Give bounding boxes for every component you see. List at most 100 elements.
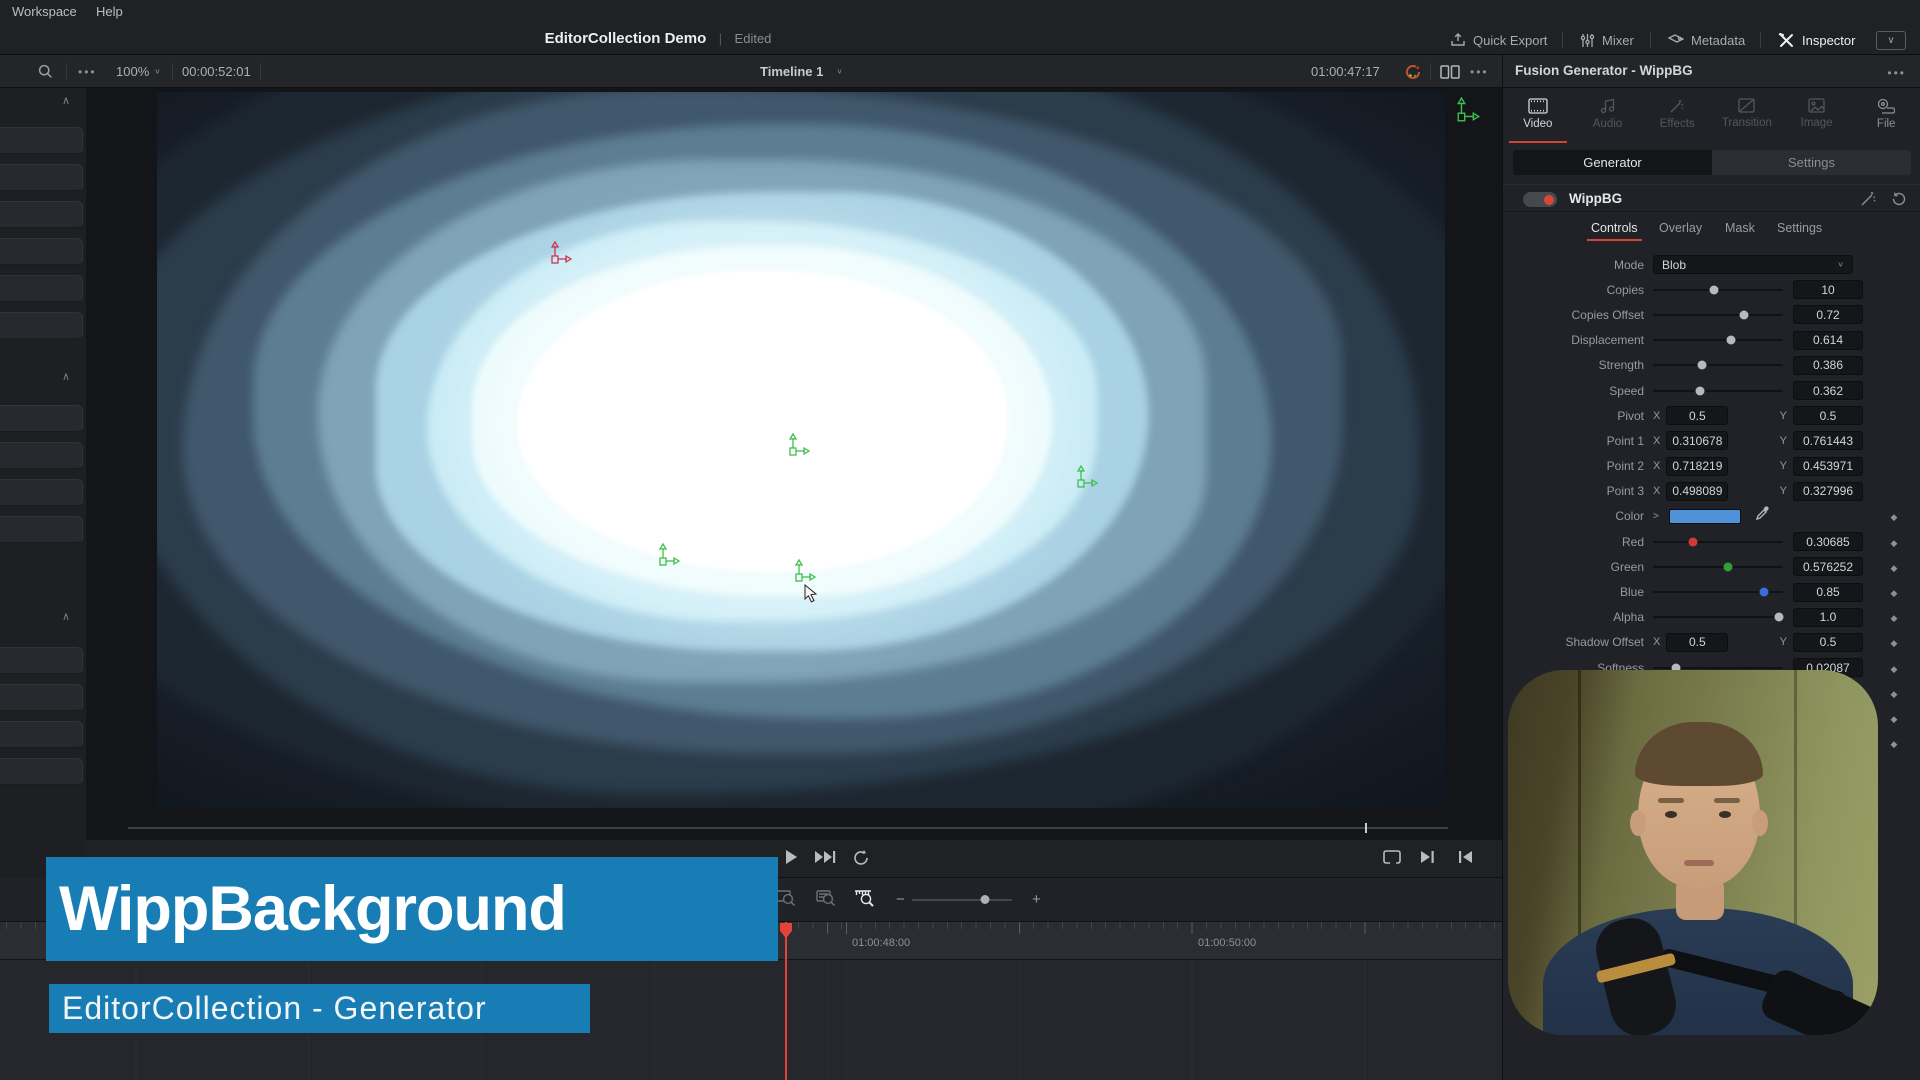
- list-item[interactable]: [0, 647, 83, 674]
- keyframe-tools-button[interactable]: [1860, 191, 1877, 212]
- point1-x-value[interactable]: 0.310678: [1666, 431, 1729, 451]
- search-button[interactable]: [38, 55, 53, 88]
- green-value[interactable]: 0.576252: [1793, 557, 1863, 577]
- speed-slider[interactable]: [1653, 378, 1783, 403]
- zoom-detail-button[interactable]: [816, 889, 836, 912]
- segment-generator[interactable]: Generator: [1513, 150, 1712, 175]
- playhead-handle[interactable]: [779, 922, 793, 947]
- list-item[interactable]: [0, 164, 83, 191]
- zoom-in-button[interactable]: +: [1032, 891, 1041, 908]
- point1-y-value[interactable]: 0.761443: [1793, 431, 1863, 451]
- blue-slider[interactable]: [1653, 579, 1783, 604]
- color-swatch[interactable]: [1668, 508, 1741, 524]
- speed-value[interactable]: 0.362: [1793, 381, 1863, 401]
- tab-settings2[interactable]: Settings: [1777, 221, 1822, 235]
- tab-controls[interactable]: Controls: [1587, 221, 1642, 241]
- tab-mask[interactable]: Mask: [1725, 221, 1755, 235]
- point-control-point[interactable]: [657, 542, 681, 566]
- dual-viewer-button[interactable]: [1440, 55, 1460, 88]
- list-item[interactable]: [0, 479, 83, 506]
- chevron-up-icon[interactable]: ∧: [62, 94, 70, 107]
- list-item[interactable]: [0, 684, 83, 711]
- keyframe-diamond[interactable]: ◆: [1891, 638, 1898, 648]
- seek-playhead[interactable]: [1365, 823, 1367, 833]
- bypass-grade-button[interactable]: [1404, 55, 1422, 88]
- loop-button[interactable]: [852, 849, 870, 871]
- alpha-value[interactable]: 1.0: [1793, 607, 1863, 627]
- expand-icon[interactable]: >: [1653, 511, 1659, 522]
- list-item[interactable]: [0, 201, 83, 228]
- segment-settings[interactable]: Settings: [1712, 150, 1911, 175]
- point3-y-value[interactable]: 0.327996: [1793, 481, 1863, 501]
- viewer-seek-bar[interactable]: [128, 823, 1448, 833]
- strength-slider[interactable]: [1653, 353, 1783, 378]
- keyframe-diamond[interactable]: ◆: [1891, 689, 1898, 699]
- inspector-button[interactable]: Inspector: [1778, 28, 1855, 52]
- reset-button[interactable]: [1891, 191, 1907, 212]
- copies-offset-slider[interactable]: [1653, 302, 1783, 327]
- list-item[interactable]: [0, 758, 83, 785]
- green-slider[interactable]: [1653, 554, 1783, 579]
- tab-effects[interactable]: Effects: [1642, 92, 1712, 142]
- tab-file[interactable]: File: [1851, 92, 1920, 142]
- pivot-x-value[interactable]: 0.5: [1666, 406, 1729, 426]
- keyframe-diamond[interactable]: ◆: [1891, 512, 1898, 522]
- point2-y-value[interactable]: 0.453971: [1793, 456, 1863, 476]
- point3-x-value[interactable]: 0.498089: [1666, 481, 1729, 501]
- zoom-slider-thumb[interactable]: [980, 895, 990, 904]
- point2-x-value[interactable]: 0.718219: [1666, 456, 1729, 476]
- tab-video[interactable]: Video: [1503, 92, 1573, 142]
- shadow-offset-y-value[interactable]: 0.5: [1793, 632, 1863, 652]
- shadow-offset-x-value[interactable]: 0.5: [1666, 632, 1729, 652]
- alpha-slider[interactable]: [1653, 605, 1784, 630]
- node-enable-toggle[interactable]: [1523, 192, 1557, 207]
- point-control-point[interactable]: [1075, 464, 1099, 488]
- keyframe-diamond[interactable]: ◆: [1891, 563, 1898, 573]
- eyedropper-icon[interactable]: [1755, 506, 1770, 526]
- menu-workspace[interactable]: Workspace: [12, 4, 77, 19]
- next-frame-button[interactable]: [1420, 849, 1435, 870]
- pivot-y-value[interactable]: 0.5: [1793, 406, 1863, 426]
- inspector-options-button[interactable]: •••: [1887, 64, 1906, 82]
- zoom-level-dropdown[interactable]: 100% ∨: [116, 55, 161, 88]
- onscreen-controls-icon[interactable]: [1455, 96, 1483, 129]
- keyframe-diamond[interactable]: ◆: [1891, 739, 1898, 749]
- copies-offset-value[interactable]: 0.72: [1793, 305, 1863, 325]
- viewer-canvas[interactable]: [157, 92, 1445, 808]
- pivot-control-point[interactable]: [549, 240, 573, 264]
- list-item[interactable]: [0, 312, 83, 339]
- loop-range-button[interactable]: [1382, 849, 1402, 870]
- keyframe-diamond[interactable]: ◆: [1891, 714, 1898, 724]
- quick-export-button[interactable]: Quick Export: [1450, 28, 1547, 52]
- point-control-point[interactable]: [793, 558, 817, 582]
- displacement-value[interactable]: 0.614: [1793, 330, 1863, 350]
- tab-transition[interactable]: Transition: [1712, 92, 1782, 142]
- zoom-out-button[interactable]: −: [896, 891, 905, 908]
- list-item[interactable]: [0, 127, 83, 154]
- list-item[interactable]: [0, 442, 83, 469]
- tab-image[interactable]: Image: [1782, 92, 1852, 142]
- blue-value[interactable]: 0.85: [1793, 582, 1863, 602]
- tab-audio[interactable]: Audio: [1573, 92, 1643, 142]
- strength-value[interactable]: 0.386: [1793, 355, 1863, 375]
- list-item[interactable]: [0, 238, 83, 265]
- chevron-up-icon[interactable]: ∧: [62, 610, 70, 623]
- viewer-more-button[interactable]: •••: [1470, 55, 1489, 88]
- menu-help[interactable]: Help: [96, 4, 123, 19]
- red-value[interactable]: 0.30685: [1793, 532, 1863, 552]
- list-item[interactable]: [0, 516, 83, 543]
- keyframe-diamond[interactable]: ◆: [1891, 613, 1898, 623]
- timeline-zoom-slider[interactable]: [912, 895, 1012, 904]
- timeline-selector[interactable]: Timeline 1 ∨: [760, 55, 843, 88]
- fast-forward-button[interactable]: [814, 849, 836, 870]
- zoom-custom-button[interactable]: [854, 889, 876, 912]
- list-item[interactable]: [0, 275, 83, 302]
- copies-slider[interactable]: [1653, 277, 1783, 302]
- list-item[interactable]: [0, 721, 83, 748]
- keyframe-diamond[interactable]: ◆: [1891, 538, 1898, 548]
- displacement-slider[interactable]: [1653, 328, 1783, 353]
- red-slider[interactable]: [1653, 529, 1783, 554]
- metadata-button[interactable]: Metadata: [1668, 28, 1745, 52]
- mode-dropdown[interactable]: Blob ∨: [1653, 255, 1853, 275]
- point-control-point[interactable]: [787, 432, 811, 456]
